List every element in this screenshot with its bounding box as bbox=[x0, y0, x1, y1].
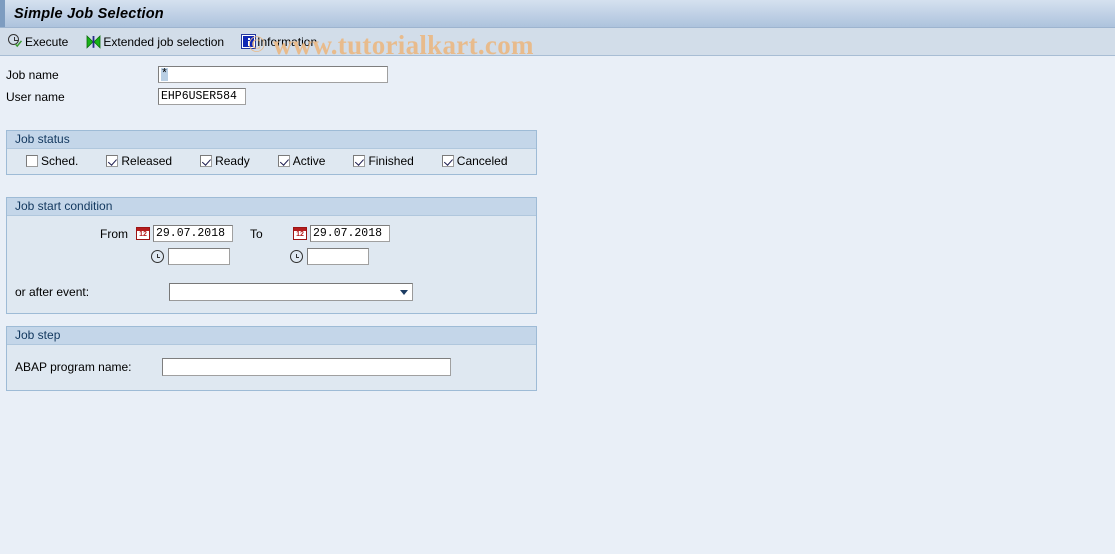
checkbox-sched[interactable]: Sched. bbox=[26, 154, 78, 168]
checkbox-released[interactable]: Released bbox=[106, 154, 172, 168]
job-status-panel: Job status Sched. Released Ready Active … bbox=[6, 130, 537, 175]
job-name-input[interactable]: * bbox=[158, 66, 388, 83]
checkbox-sched-box[interactable] bbox=[26, 155, 38, 167]
job-step-body: ABAP program name: bbox=[7, 345, 536, 390]
checkbox-canceled[interactable]: Canceled bbox=[441, 154, 508, 168]
information-icon bbox=[242, 35, 256, 48]
checkbox-ready-label: Ready bbox=[215, 154, 250, 168]
spacer-above-job-status bbox=[0, 108, 1115, 130]
job-step-panel: Job step ABAP program name: bbox=[6, 326, 537, 391]
after-event-row: or after event: bbox=[7, 281, 536, 303]
execute-button-label: Execute bbox=[25, 34, 69, 49]
to-date-input[interactable]: 29.07.2018 bbox=[310, 225, 390, 242]
title-accent-bar bbox=[0, 0, 5, 27]
checkbox-released-label: Released bbox=[121, 154, 173, 168]
user-name-label: User name bbox=[6, 89, 65, 104]
job-status-panel-title: Job status bbox=[7, 131, 536, 149]
user-name-row: User name EHP6USER584 bbox=[6, 86, 1115, 107]
execute-clock-check-icon bbox=[8, 34, 23, 49]
checkbox-finished-box[interactable] bbox=[353, 155, 366, 167]
clock-icon-from[interactable] bbox=[151, 250, 164, 263]
spacer-above-start-condition bbox=[0, 175, 1115, 197]
job-name-label: Job name bbox=[6, 67, 59, 82]
checkbox-ready[interactable]: Ready bbox=[200, 154, 250, 168]
execute-button[interactable]: Execute bbox=[6, 31, 74, 53]
calendar-icon-from[interactable]: 12 bbox=[136, 227, 150, 240]
checkbox-canceled-box[interactable] bbox=[441, 155, 454, 167]
to-label: To bbox=[250, 226, 263, 241]
to-time-input[interactable] bbox=[307, 248, 369, 265]
job-name-row: Job name * bbox=[6, 64, 1115, 85]
checkbox-finished[interactable]: Finished bbox=[353, 154, 414, 168]
checkbox-sched-label: Sched. bbox=[41, 154, 79, 168]
calendar-icon-to-day: 12 bbox=[296, 231, 304, 238]
abap-program-row: ABAP program name: bbox=[7, 356, 536, 378]
extended-job-selection-label: Extended job selection bbox=[103, 34, 225, 49]
abap-program-input[interactable] bbox=[162, 358, 451, 376]
from-time-input[interactable] bbox=[168, 248, 230, 265]
job-status-checkbox-row: Sched. Released Ready Active Finished Ca… bbox=[7, 149, 536, 174]
checkbox-active-label: Active bbox=[292, 154, 326, 168]
checkbox-ready-box[interactable] bbox=[200, 155, 213, 167]
application-toolbar: Execute Extended job selection Informati… bbox=[0, 28, 1115, 56]
checkbox-canceled-label: Canceled bbox=[456, 154, 508, 168]
page-title: Simple Job Selection bbox=[14, 5, 164, 22]
job-step-panel-title: Job step bbox=[7, 327, 536, 345]
calendar-icon-to[interactable]: 12 bbox=[293, 227, 307, 240]
job-start-condition-body: From 12 29.07.2018 To 12 29.07.2018 or a… bbox=[7, 216, 536, 313]
extended-job-selection-button[interactable]: Extended job selection bbox=[84, 31, 230, 53]
from-date-input[interactable]: 29.07.2018 bbox=[153, 225, 233, 242]
clock-icon-to[interactable] bbox=[290, 250, 303, 263]
window-title-bar: Simple Job Selection bbox=[0, 0, 1115, 28]
job-start-condition-panel: Job start condition From 12 29.07.2018 T… bbox=[6, 197, 537, 314]
checkbox-finished-label: Finished bbox=[368, 154, 414, 168]
spacer-above-job-step bbox=[0, 314, 1115, 326]
information-button[interactable]: Information bbox=[240, 31, 323, 53]
information-button-label: Information bbox=[257, 34, 318, 49]
after-event-dropdown[interactable] bbox=[169, 283, 413, 301]
date-row: From 12 29.07.2018 To 12 29.07.2018 bbox=[7, 223, 536, 244]
user-name-input[interactable]: EHP6USER584 bbox=[158, 88, 246, 105]
checkbox-active[interactable]: Active bbox=[277, 154, 326, 168]
extended-selection-bowtie-icon bbox=[86, 34, 101, 49]
checkbox-active-box[interactable] bbox=[277, 155, 290, 167]
abap-program-label: ABAP program name: bbox=[15, 360, 132, 374]
job-name-value: * bbox=[161, 68, 168, 81]
chevron-down-icon[interactable] bbox=[396, 284, 412, 300]
time-row bbox=[7, 246, 536, 267]
after-event-label: or after event: bbox=[15, 285, 90, 299]
checkbox-released-box[interactable] bbox=[106, 155, 119, 167]
from-label: From bbox=[100, 226, 128, 241]
job-start-condition-panel-title: Job start condition bbox=[7, 198, 536, 216]
calendar-icon-from-day: 12 bbox=[139, 231, 147, 238]
top-form-fields: Job name * User name EHP6USER584 bbox=[0, 56, 1115, 107]
